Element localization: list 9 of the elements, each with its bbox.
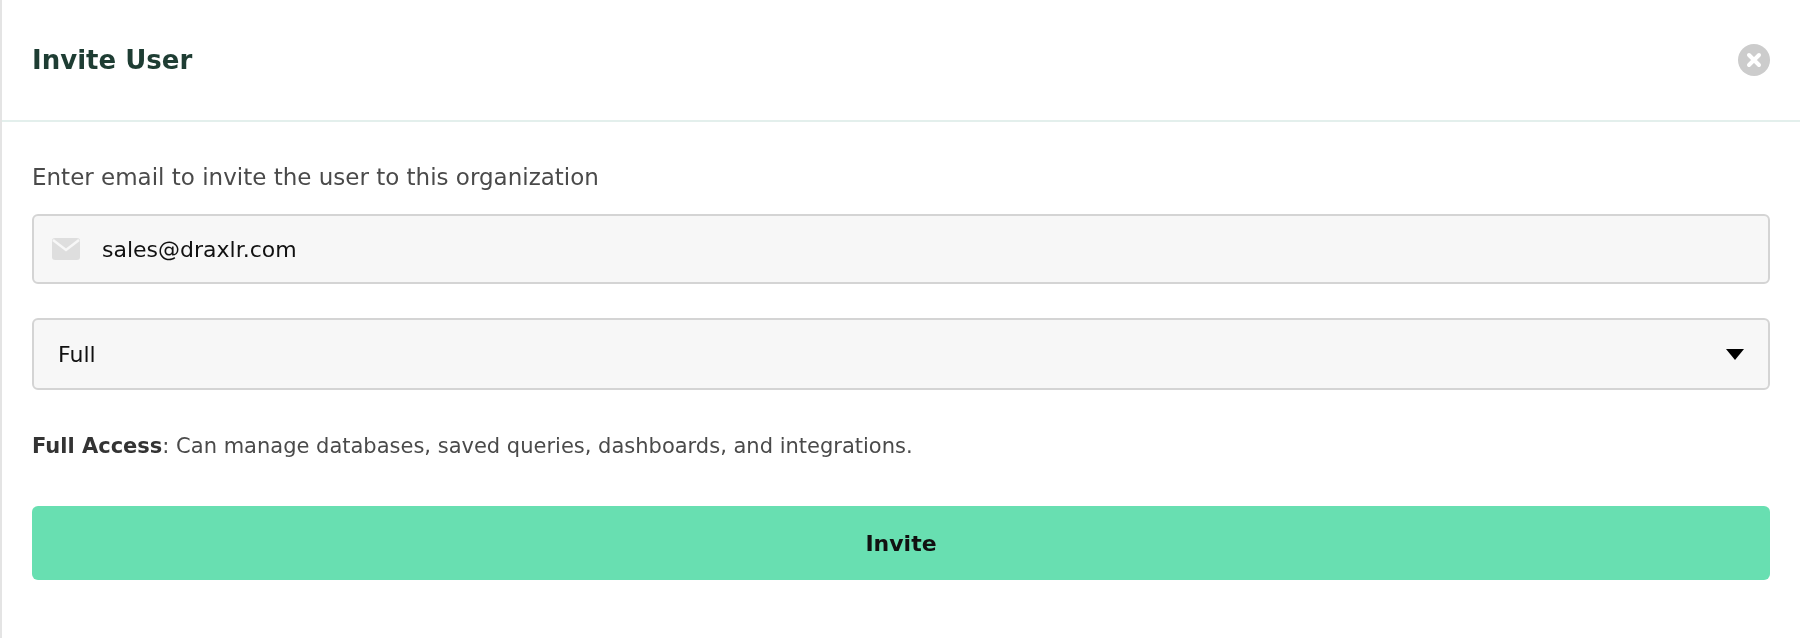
close-icon[interactable]: [1738, 44, 1770, 76]
invite-button[interactable]: Invite: [32, 506, 1770, 580]
dialog-title: Invite User: [32, 45, 193, 75]
email-field[interactable]: sales@draxlr.com: [32, 214, 1770, 284]
access-description: Full Access: Can manage databases, saved queries, dashboards, and integrations.: [32, 433, 914, 460]
access-dropdown[interactable]: Full: [32, 318, 1770, 390]
mail-icon: [52, 238, 80, 260]
field-label: Enter email to invite the user to this organization: [32, 163, 600, 192]
caret-icon: [1726, 348, 1744, 360]
